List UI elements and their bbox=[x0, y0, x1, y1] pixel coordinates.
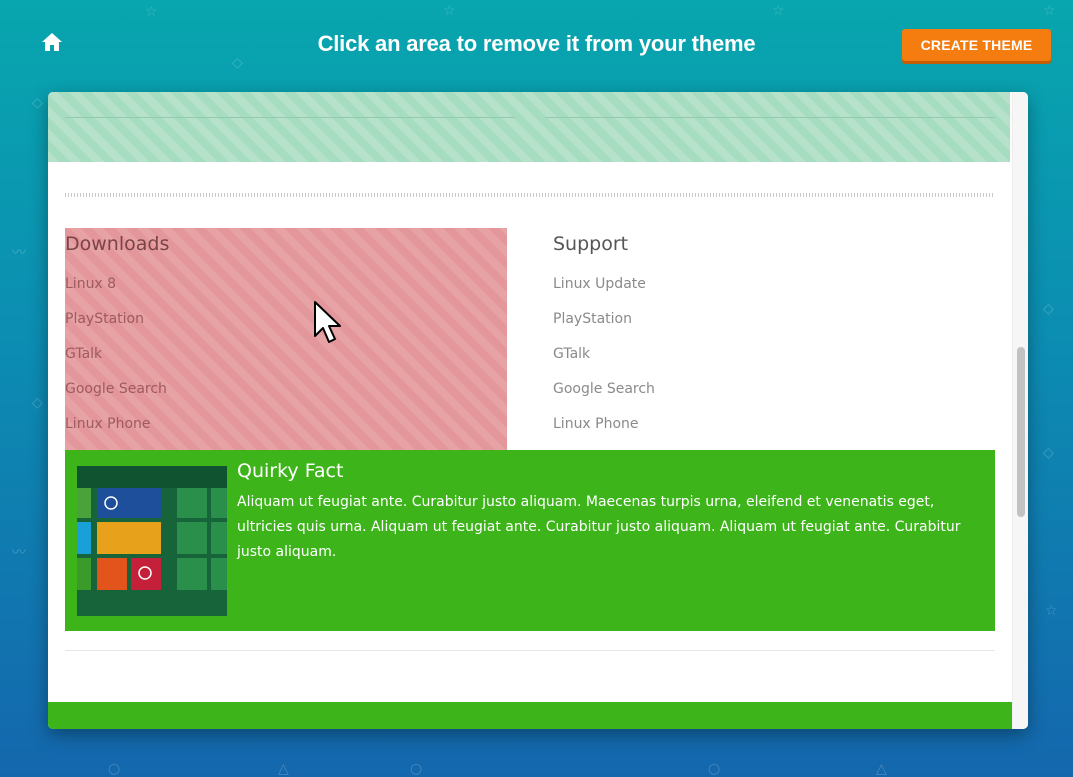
hatched-divider bbox=[65, 193, 995, 197]
quirky-fact-section[interactable]: Quirky Fact Aliquam ut feugiat ante. Cur… bbox=[65, 450, 995, 631]
theme-preview: Downloads Linux 8 PlayStation GTalk Goog… bbox=[48, 92, 1028, 729]
list-item[interactable]: Google Search bbox=[65, 372, 507, 407]
list-item[interactable]: PlayStation bbox=[65, 302, 507, 337]
mouse-pointer-icon bbox=[314, 301, 341, 343]
background-square-icon: ◇ bbox=[32, 95, 43, 111]
list-item[interactable]: Google Search bbox=[553, 372, 995, 407]
column-title: Downloads bbox=[65, 233, 170, 255]
column-title: Support bbox=[553, 233, 629, 255]
support-column[interactable]: Support Linux Update PlayStation GTalk G… bbox=[553, 228, 995, 450]
divider bbox=[65, 117, 515, 118]
scrollbar-thumb[interactable] bbox=[1017, 347, 1025, 517]
scrollbar-track[interactable] bbox=[1012, 92, 1028, 729]
background-square-icon: ◇ bbox=[1043, 445, 1054, 461]
background-star-icon: ☆ bbox=[443, 3, 456, 19]
list-item[interactable]: PlayStation bbox=[553, 302, 995, 337]
list-item[interactable]: Linux Phone bbox=[553, 407, 995, 442]
list-item[interactable]: GTalk bbox=[65, 337, 507, 372]
background-circle-icon: ○ bbox=[708, 761, 721, 777]
downloads-column[interactable]: Downloads Linux 8 PlayStation GTalk Goog… bbox=[65, 228, 507, 450]
background-triangle-icon: △ bbox=[278, 761, 289, 777]
background-star-icon: ☆ bbox=[1045, 603, 1058, 619]
fact-title: Quirky Fact bbox=[237, 460, 344, 482]
background-circle-icon: ○ bbox=[108, 761, 121, 777]
background-star-icon: ☆ bbox=[145, 4, 158, 20]
list-item[interactable]: Linux Phone bbox=[65, 407, 507, 442]
background-square-icon: ◇ bbox=[232, 55, 243, 71]
list-item[interactable]: GTalk bbox=[553, 337, 995, 372]
fact-image bbox=[77, 466, 227, 616]
divider bbox=[545, 117, 995, 118]
background-zigzag-icon: 〰 bbox=[12, 545, 26, 561]
background-square-icon: ◇ bbox=[1043, 301, 1054, 317]
background-circle-icon: ○ bbox=[410, 761, 423, 777]
background-zigzag-icon: 〰 bbox=[12, 245, 26, 261]
divider bbox=[65, 650, 995, 651]
create-theme-button[interactable]: CREATE THEME bbox=[902, 29, 1051, 61]
background-star-icon: ☆ bbox=[1043, 3, 1056, 19]
background-triangle-icon: △ bbox=[876, 761, 887, 777]
fact-text: Aliquam ut feugiat ante. Curabitur justo… bbox=[237, 494, 961, 560]
removed-area-top[interactable] bbox=[48, 92, 1010, 162]
list-item[interactable]: Linux Update bbox=[553, 267, 995, 302]
background-square-icon: ◇ bbox=[32, 395, 43, 411]
list-item[interactable]: Linux 8 bbox=[65, 267, 507, 302]
footer-area[interactable] bbox=[48, 702, 1012, 729]
background-star-icon: ☆ bbox=[772, 3, 785, 19]
